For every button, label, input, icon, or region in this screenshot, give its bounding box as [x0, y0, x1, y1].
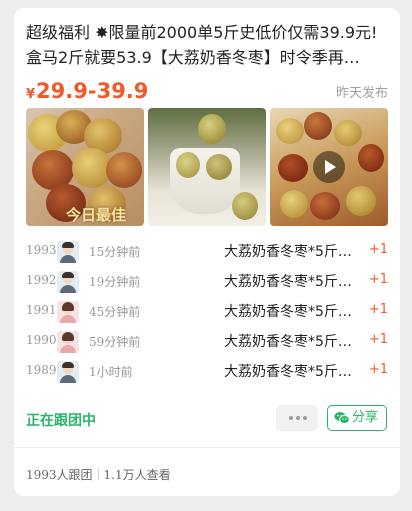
currency-symbol: ¥	[26, 87, 36, 102]
order-list: 1993 15分钟前 大荔奶香冬枣*5斤… +1 1992 19分钟前 大荔奶香…	[26, 236, 388, 386]
order-time: 59分钟前	[89, 335, 141, 349]
order-item: 大荔奶香冬枣*5斤…	[224, 364, 352, 380]
avatar	[57, 241, 79, 263]
order-time: 1小时前	[89, 365, 133, 379]
order-row: 1993 15分钟前 大荔奶香冬枣*5斤… +1	[26, 236, 388, 266]
avatar	[57, 301, 79, 323]
posted-time: 昨天发布	[335, 86, 388, 101]
group-status: 正在跟团中	[26, 413, 96, 429]
jujube-plate-video[interactable]	[270, 108, 388, 226]
joined-count: 1993人跟团	[26, 468, 93, 482]
image-gallery: 今日最佳	[26, 108, 388, 226]
price-range: ¥29.9-39.9	[26, 76, 148, 110]
order-count: +1	[368, 242, 388, 257]
order-count: +1	[368, 362, 388, 377]
price-value: 29.9-39.9	[36, 79, 149, 103]
price-row: ¥29.9-39.9 昨天发布	[26, 76, 388, 106]
order-rank: 1992	[26, 273, 57, 287]
order-row: 1990 59分钟前 大荔奶香冬枣*5斤… +1	[26, 326, 388, 356]
order-count: +1	[368, 332, 388, 347]
order-row: 1992 19分钟前 大荔奶香冬枣*5斤… +1	[26, 266, 388, 296]
order-count: +1	[368, 302, 388, 317]
order-rank: 1991	[26, 303, 57, 317]
order-time: 15分钟前	[89, 245, 141, 259]
view-count: 1.1万人查看	[103, 468, 171, 482]
order-item: 大荔奶香冬枣*5斤…	[224, 334, 352, 350]
more-dots-icon	[289, 416, 310, 420]
order-count: +1	[368, 272, 388, 287]
stats-footer: 1993人跟团 1.1万人查看	[26, 466, 171, 483]
group-buy-card[interactable]: 超级福利 ✸限量前2000单5斤史低价仅需39.9元! 盒马2斤就要53.9【大…	[14, 8, 400, 496]
order-row: 1991 45分钟前 大荔奶香冬枣*5斤… +1	[26, 296, 388, 326]
order-time: 19分钟前	[89, 275, 141, 289]
order-time: 45分钟前	[89, 305, 141, 319]
order-row: 1989 1小时前 大荔奶香冬枣*5斤… +1	[26, 356, 388, 386]
post-title[interactable]: 超级福利 ✸限量前2000单5斤史低价仅需39.9元! 盒马2斤就要53.9【大…	[26, 20, 388, 70]
title-line-2: 盒马2斤就要53.9【大荔奶香冬枣】时令季再…	[26, 48, 360, 67]
order-item: 大荔奶香冬枣*5斤…	[224, 304, 352, 320]
order-item: 大荔奶香冬枣*5斤…	[224, 244, 352, 260]
order-rank: 1990	[26, 333, 57, 347]
image-watermark: 今日最佳	[66, 206, 127, 224]
order-rank: 1993	[26, 243, 57, 257]
avatar	[57, 271, 79, 293]
title-line-1: 超级福利 ✸限量前2000单5斤史低价仅需39.9元!	[26, 23, 378, 42]
avatar	[57, 331, 79, 353]
divider	[14, 447, 400, 448]
share-label: 分享	[352, 410, 379, 425]
jujube-in-hand-photo[interactable]: 今日最佳	[26, 108, 144, 226]
order-item: 大荔奶香冬枣*5斤…	[224, 274, 352, 290]
share-button[interactable]: 分享	[327, 405, 387, 431]
avatar	[57, 361, 79, 383]
order-rank: 1989	[26, 363, 57, 377]
more-button[interactable]	[276, 405, 318, 431]
wechat-icon	[334, 412, 350, 424]
jujube-milk-drink-photo[interactable]	[148, 108, 266, 226]
play-icon[interactable]	[313, 151, 345, 183]
